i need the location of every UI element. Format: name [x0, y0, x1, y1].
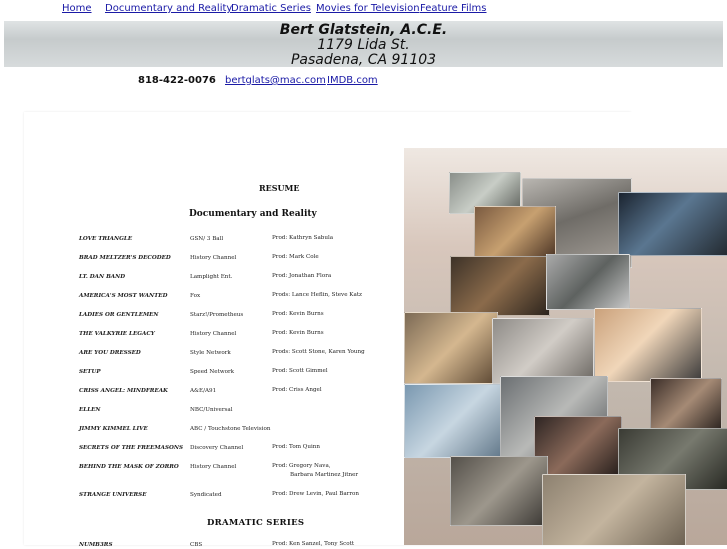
entry-title: BEHIND THE MASK OF ZORRO	[79, 464, 179, 470]
entry-producer: Prod: Mark Cole	[272, 253, 319, 262]
entry-network: ABC / Touchstone Television	[190, 426, 271, 432]
entry-producer-line: Prod: Tom Quinn	[272, 444, 320, 450]
collage-photo	[450, 456, 548, 526]
entry-network: Syndicated	[190, 492, 222, 498]
entry-title: LADIES OR GENTLEMEN	[79, 312, 159, 318]
entry-producer-line: Prod: Scott Gimmel	[272, 368, 328, 374]
contact-bar: 818-422-0076 bertglats@mac.com IMDB.com	[0, 75, 727, 89]
entry-network: History Channel	[190, 464, 237, 470]
entry-producer-line: Prod: Kevin Burns	[272, 330, 324, 336]
entry-network: Speed Network	[190, 369, 235, 375]
entry-producer-line-2: Barbara Martinez Jitner	[290, 472, 359, 478]
nav-feature-link[interactable]: Feature Films	[420, 3, 487, 14]
nav-dramatic-link[interactable]: Dramatic Series	[231, 3, 311, 14]
collage-photo	[474, 206, 556, 260]
entry-producer: Prod: Kevin Burns	[272, 329, 324, 338]
entry-producer: Prod: Gregory Nava, Barbara Martinez Jitn…	[272, 462, 358, 480]
entry-network: Lamplight Ent.	[190, 274, 233, 280]
resume-title: RESUME	[259, 183, 300, 193]
entry-producer: Prod: Scott Gimmel	[272, 367, 328, 376]
entry-title: AMERICA'S MOST WANTED	[79, 293, 168, 299]
entry-producer: Prod: Jonathan Flora	[272, 272, 331, 281]
section-heading-dramatic: DRAMATIC SERIES	[207, 518, 305, 528]
top-nav: Home Documentary and Reality Dramatic Se…	[0, 0, 727, 18]
entry-title: JIMMY KIMMEL LIVE	[79, 426, 148, 432]
entry-producer: Prod: Kevin Burns	[272, 310, 324, 319]
collage-photo	[404, 384, 506, 458]
header-city: Pasadena, CA 91103	[290, 52, 437, 68]
entry-title: LT. DAN BAND	[79, 274, 126, 280]
entry-producer-line: Prod: Gregory Nava,	[272, 463, 331, 469]
entry-title: STRANGE UNIVERSE	[79, 492, 147, 498]
entry-network: History Channel	[190, 331, 237, 337]
entry-title: SETUP	[79, 369, 101, 375]
entry-network: NBC/Universal	[190, 407, 233, 413]
phone-number: 818-422-0076	[138, 75, 216, 86]
section-heading-documentary: Documentary and Reality	[189, 209, 317, 219]
entry-title: NUMB3RS	[79, 542, 113, 548]
entry-title: THE VALKYRIE LEGACY	[79, 331, 155, 337]
collage-photo	[650, 378, 722, 432]
entry-network: Starz!/Prometheus	[190, 312, 244, 318]
header-banner: Bert Glatstein, A.C.E. 1179 Lida St. Pas…	[4, 21, 723, 68]
nav-home-link[interactable]: Home	[62, 3, 92, 14]
collage-photo	[594, 308, 702, 382]
collage-photo	[404, 312, 498, 384]
collage-photo	[618, 192, 727, 256]
entry-producer-line: Prods: Scott Stone, Karen Young	[272, 349, 365, 355]
entry-network: A&E/A91	[190, 388, 217, 394]
entry-producer: Prod: Drew Levin, Paul Barron	[272, 490, 359, 499]
header-street: 1179 Lida St.	[317, 37, 410, 53]
entry-title: CRISS ANGEL: MINDFREAK	[79, 388, 168, 394]
collage-photo	[542, 474, 686, 545]
entry-title: ELLEN	[79, 407, 101, 413]
entry-producer-line: Prod: Criss Angel	[272, 387, 322, 393]
header-name: Bert Glatstein, A.C.E.	[279, 22, 448, 38]
email-link[interactable]: bertglats@mac.com	[225, 75, 326, 86]
entry-title: ARE YOU DRESSED	[79, 350, 141, 356]
entry-network: Style Network	[190, 350, 231, 356]
entry-network: Discovery Channel	[190, 445, 244, 451]
entry-title: SECRETS OF THE FREEMASONS	[79, 445, 184, 451]
collage-photo	[546, 254, 630, 310]
entry-network: Fox	[190, 293, 201, 299]
entry-network: GSN/ 3 Ball	[190, 236, 224, 242]
entry-producer-line: Prod: Drew Levin, Paul Barron	[272, 491, 359, 497]
entry-producer-line: Prod: Kathryn Sabula	[272, 235, 334, 241]
imdb-link[interactable]: IMDB.com	[327, 75, 378, 86]
entry-producer-line: Prod: Ken Sanzel, Tony Scott	[272, 541, 355, 547]
entry-network: CBS	[190, 542, 203, 548]
entry-producer: Prod: Kathryn Sabula	[272, 234, 333, 243]
nav-movies-tv-link[interactable]: Movies for Television	[316, 3, 420, 14]
entry-producer: Prod: Criss Angel	[272, 386, 322, 395]
entry-producer-line: Prod: Jonathan Flora	[272, 273, 332, 279]
entry-producer: Prod: Tom Quinn	[272, 443, 320, 452]
collage-photo	[450, 256, 550, 316]
nav-documentary-link[interactable]: Documentary and Reality	[105, 3, 232, 14]
entry-producer-line: Prods: Lance Heflin, Steve Katz	[272, 292, 363, 298]
entry-title: BRAD MELTZER'S DECODED	[79, 255, 171, 261]
entry-producer: Prods: Scott Stone, Karen Young	[272, 348, 365, 357]
entry-producer-line: Prod: Kevin Burns	[272, 311, 324, 317]
photo-collage	[404, 148, 727, 545]
entry-title: LOVE TRIANGLE	[79, 236, 133, 242]
collage-photo	[492, 318, 594, 384]
entry-network: History Channel	[190, 255, 237, 261]
sidebar-blank	[631, 112, 727, 148]
entry-producer-line: Prod: Mark Cole	[272, 254, 319, 260]
entry-producer: Prods: Lance Heflin, Steve Katz	[272, 291, 362, 300]
